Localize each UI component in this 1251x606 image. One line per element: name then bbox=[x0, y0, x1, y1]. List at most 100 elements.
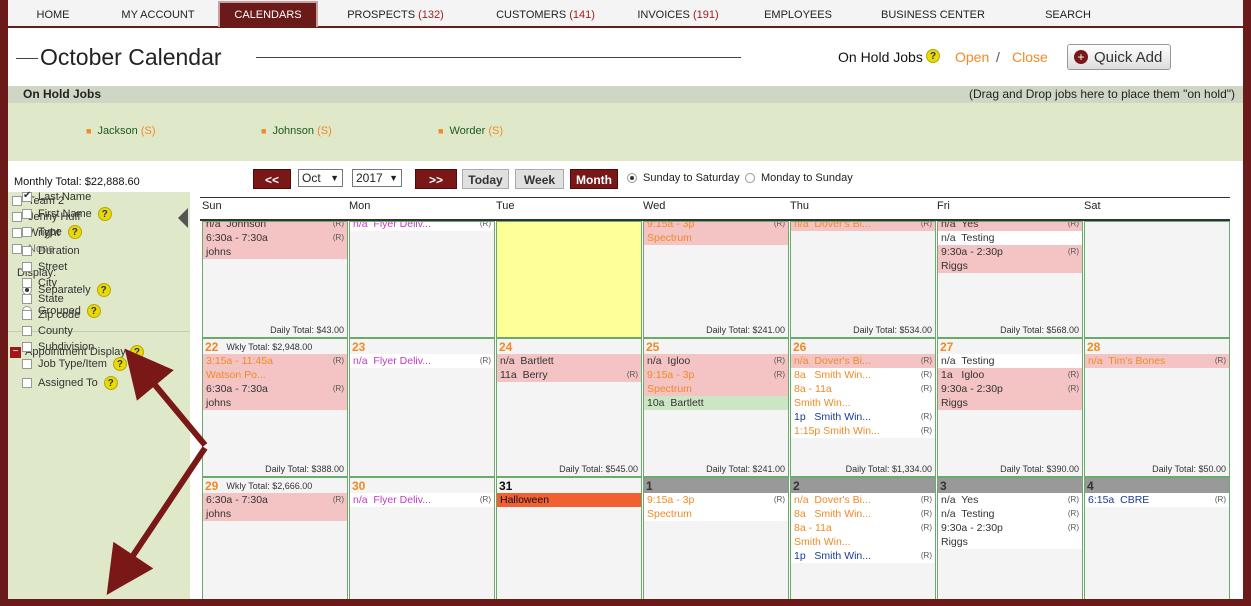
appointment-field-option[interactable]: Duration bbox=[22, 245, 80, 257]
calendar-day-cell[interactable]: 3 n/a Yes (R) n/a Testing (R) 9:30a - 2:30p (R… bbox=[937, 477, 1083, 606]
calendar-event[interactable]: Spectrum bbox=[644, 382, 788, 396]
calendar-event[interactable]: n/a Testing bbox=[938, 354, 1082, 368]
appointment-field-option[interactable]: Street bbox=[22, 261, 67, 273]
calendar-day-cell[interactable]: n/a Flyer Deliv... (R) bbox=[349, 221, 495, 338]
calendar-event[interactable]: 8a - 11a (R) bbox=[791, 521, 935, 535]
appointment-field-option[interactable]: State bbox=[22, 293, 64, 305]
calendar-day-cell[interactable]: 25 n/a Igloo (R) 9:15a - 3p (R) Spectrum 10a B… bbox=[643, 338, 789, 477]
field-checkbox[interactable] bbox=[22, 359, 32, 369]
help-icon[interactable]: ? bbox=[129, 345, 144, 359]
calendar-event[interactable]: n/a Dover's Bi... (R) bbox=[791, 222, 935, 231]
calendar-event[interactable]: Riggs bbox=[938, 535, 1082, 549]
calendar-event[interactable]: Spectrum bbox=[644, 231, 788, 245]
appointment-field-option[interactable]: Type? bbox=[22, 225, 82, 239]
employee-checkbox[interactable] bbox=[12, 228, 22, 238]
day-number[interactable]: 28 bbox=[1087, 340, 1100, 354]
calendar-day-cell[interactable]: 23 n/a Flyer Deliv... (R) bbox=[349, 338, 495, 477]
calendar-day-cell[interactable]: n/a Johnson (R) 6:30a - 7:30a (R) johns Daily… bbox=[202, 221, 348, 338]
day-number[interactable]: 1 bbox=[646, 479, 653, 493]
calendar-event[interactable]: n/a Flyer Deliv... (R) bbox=[350, 354, 494, 368]
calendar-event[interactable]: Riggs bbox=[938, 396, 1082, 410]
appointment-field-option[interactable]: First Name? bbox=[22, 207, 112, 221]
help-icon[interactable]: ? bbox=[97, 207, 112, 221]
calendar-event[interactable]: 9:30a - 2:30p (R) bbox=[938, 245, 1082, 259]
calendar-day-cell[interactable]: 1 9:15a - 3p (R) Spectrum bbox=[643, 477, 789, 606]
nav-prospects[interactable]: PROSPECTS (132) bbox=[318, 0, 473, 26]
calendar-event[interactable]: n/a Dover's Bi... (R) bbox=[791, 354, 935, 368]
calendar-event[interactable]: n/a Yes (R) bbox=[938, 222, 1082, 231]
month-button[interactable]: Month bbox=[570, 169, 618, 189]
quick-add-button[interactable]: + Quick Add bbox=[1067, 44, 1171, 70]
calendar-day-cell[interactable]: 30 n/a Flyer Deliv... (R) bbox=[349, 477, 495, 606]
calendar-day-cell[interactable]: 22 Wkly Total: $2,948.00 3:15a - 11:45a (R)… bbox=[202, 338, 348, 477]
field-checkbox[interactable] bbox=[22, 378, 32, 388]
employee-checkbox[interactable] bbox=[12, 196, 22, 206]
appointment-field-option[interactable]: Zip code bbox=[22, 309, 80, 321]
field-checkbox[interactable] bbox=[22, 209, 32, 219]
calendar-event[interactable]: Spectrum bbox=[644, 507, 788, 521]
appointment-field-option[interactable]: Last Name bbox=[22, 190, 91, 203]
calendar-event[interactable]: 6:30a - 7:30a (R) bbox=[203, 382, 347, 396]
help-icon[interactable]: ? bbox=[112, 357, 127, 371]
help-icon[interactable]: ? bbox=[67, 225, 82, 239]
field-checkbox[interactable] bbox=[22, 294, 32, 304]
calendar-event[interactable]: n/a Yes (R) bbox=[938, 493, 1082, 507]
calendar-event[interactable]: Smith Win... bbox=[791, 535, 935, 549]
employee-checkbox[interactable] bbox=[12, 212, 22, 222]
calendar-event[interactable]: 9:15a - 3p (R) bbox=[644, 368, 788, 382]
calendar-event[interactable]: johns bbox=[203, 507, 347, 521]
calendar-event[interactable]: 9:30a - 2:30p (R) bbox=[938, 382, 1082, 396]
nav-employees[interactable]: EMPLOYEES bbox=[738, 0, 858, 26]
calendar-event[interactable]: 3:15a - 11:45a (R) bbox=[203, 354, 347, 368]
nav-my-account[interactable]: MY ACCOUNT bbox=[98, 0, 218, 26]
help-icon[interactable]: ? bbox=[86, 304, 101, 318]
calendar-day-cell[interactable]: 28 n/a Tim's Bones (R) Daily Total: $50.00 bbox=[1084, 338, 1230, 477]
prev-month-button[interactable]: << bbox=[253, 169, 291, 189]
calendar-day-cell[interactable]: 4 6:15a CBRE (R) bbox=[1084, 477, 1230, 606]
on-hold-job[interactable]: ■ Jackson (S) bbox=[86, 125, 156, 137]
appointment-field-option[interactable]: City bbox=[22, 277, 57, 289]
calendar-event[interactable]: n/a Flyer Deliv... (R) bbox=[350, 493, 494, 507]
nav-customers[interactable]: CUSTOMERS (141) bbox=[473, 0, 618, 26]
appointment-field-option[interactable]: Assigned To? bbox=[22, 376, 118, 390]
calendar-event[interactable]: 8a Smith Win... (R) bbox=[791, 507, 935, 521]
on-hold-job[interactable]: ■ Worder (S) bbox=[438, 125, 503, 137]
field-checkbox[interactable] bbox=[22, 246, 32, 256]
open-link[interactable]: Open bbox=[955, 49, 989, 65]
field-checkbox[interactable] bbox=[22, 342, 32, 352]
calendar-day-cell[interactable]: 24 n/a Bartlett 11a Berry (R) Daily Total: $… bbox=[496, 338, 642, 477]
calendar-event[interactable]: 6:30a - 7:30a (R) bbox=[203, 493, 347, 507]
calendar-day-cell[interactable]: 9:15a - 3p (R) Spectrum Daily Total: $241.0… bbox=[643, 221, 789, 338]
calendar-day-cell[interactable]: 31 Halloween bbox=[496, 477, 642, 606]
calendar-event[interactable]: n/a Tim's Bones (R) bbox=[1085, 354, 1229, 368]
calendar-event[interactable]: n/a Dover's Bi... (R) bbox=[791, 493, 935, 507]
nav-business-center[interactable]: BUSINESS CENTER bbox=[858, 0, 1008, 26]
day-number[interactable]: 27 bbox=[940, 340, 953, 354]
help-icon[interactable]: ? bbox=[96, 283, 111, 297]
close-link[interactable]: Close bbox=[1012, 49, 1048, 65]
calendar-event[interactable]: n/a Igloo (R) bbox=[644, 354, 788, 368]
month-select[interactable]: Oct ▼ bbox=[298, 169, 343, 187]
field-checkbox[interactable] bbox=[22, 310, 32, 320]
day-number[interactable]: 2 bbox=[793, 479, 800, 493]
calendar-day-cell[interactable]: 2 n/a Dover's Bi... (R) 8a Smith Win... (R) 8… bbox=[790, 477, 936, 606]
field-checkbox[interactable] bbox=[22, 262, 32, 272]
week-button[interactable]: Week bbox=[515, 169, 564, 189]
calendar-event[interactable]: Watson Po... bbox=[203, 368, 347, 382]
day-number[interactable]: 25 bbox=[646, 340, 659, 354]
day-number[interactable]: 23 bbox=[352, 340, 365, 354]
next-month-button[interactable]: >> bbox=[415, 169, 457, 189]
calendar-event[interactable]: 1a Igloo (R) bbox=[938, 368, 1082, 382]
nav-invoices[interactable]: INVOICES (191) bbox=[618, 0, 738, 26]
day-number[interactable]: 24 bbox=[499, 340, 512, 354]
calendar-event[interactable]: 9:30a - 2:30p (R) bbox=[938, 521, 1082, 535]
calendar-event[interactable]: 6:30a - 7:30a (R) bbox=[203, 231, 347, 245]
calendar-event[interactable]: 1:15p Smith Win... (R) bbox=[791, 424, 935, 438]
calendar-event[interactable]: 1p Smith Win... (R) bbox=[791, 410, 935, 424]
year-select[interactable]: 2017 ▼ bbox=[352, 169, 402, 187]
radio-unselected[interactable] bbox=[745, 173, 755, 183]
calendar-day-cell[interactable]: 27 n/a Testing 1a Igloo (R) 9:30a - 2:30p (R)… bbox=[937, 338, 1083, 477]
day-number[interactable]: 31 bbox=[499, 479, 512, 493]
calendar-event[interactable]: n/a Testing (R) bbox=[938, 507, 1082, 521]
calendar-event[interactable]: Riggs bbox=[938, 259, 1082, 273]
